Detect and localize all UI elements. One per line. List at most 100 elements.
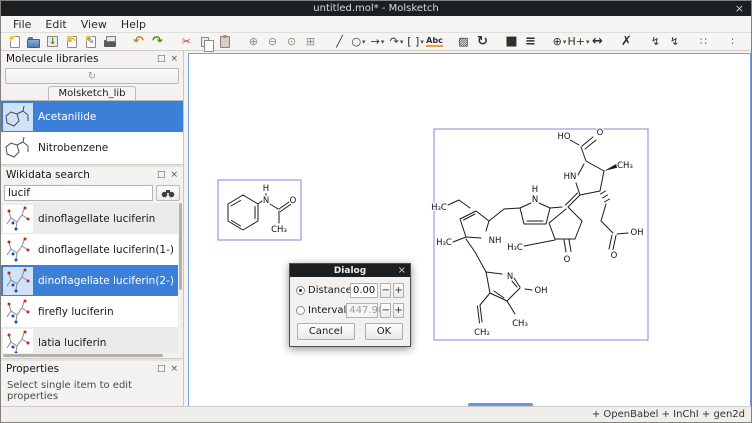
atom-label: HN xyxy=(564,172,577,182)
zoom-original-button[interactable]: ⊙ xyxy=(283,34,300,50)
bracket-button[interactable]: [ ]▾ xyxy=(407,34,424,50)
color-swatch-icon: ■ xyxy=(505,35,517,48)
zoom-original-icon: ⊙ xyxy=(287,36,296,47)
float-panel-icon[interactable]: □ xyxy=(157,55,166,64)
text-tool-button[interactable]: Abc xyxy=(426,34,443,50)
list-vertical-scrollbar[interactable] xyxy=(178,203,183,353)
export-button[interactable]: ✎ xyxy=(82,34,99,50)
zoom-in-button[interactable]: ⊕ xyxy=(245,34,262,50)
flip-horizontal-button[interactable]: ↔ xyxy=(589,34,606,50)
color-swatch-button[interactable]: ■ xyxy=(503,34,520,50)
menu-help[interactable]: Help xyxy=(114,17,153,32)
interval-radio[interactable] xyxy=(296,306,305,315)
line-width-button[interactable]: ≡ xyxy=(522,34,539,50)
close-panel-icon[interactable]: × xyxy=(170,55,178,64)
cancel-button[interactable]: Cancel xyxy=(297,323,355,340)
menu-view[interactable]: View xyxy=(74,17,114,32)
electron-pair-1-button[interactable]: ∷ xyxy=(695,34,712,50)
search-button[interactable] xyxy=(156,185,180,201)
float-panel-icon[interactable]: □ xyxy=(157,171,166,180)
wikidata-result-list: dinoflagellate luciferin dinoflagellate l… xyxy=(1,203,183,353)
atom-label: CH₃ xyxy=(617,161,633,171)
zoom-fit-button[interactable]: ⊞ xyxy=(302,34,319,50)
dialog-title-bar[interactable]: Dialog × xyxy=(290,264,410,277)
library-item-acetanilide[interactable]: Acetanilide xyxy=(1,101,183,132)
lasso-selection-button[interactable]: ▨ xyxy=(455,34,472,50)
close-panel-icon[interactable]: × xyxy=(170,171,178,180)
reaction-arrow-icon: → xyxy=(371,36,380,47)
library-item-label: Acetanilide xyxy=(38,111,96,123)
electron-pair-2-button[interactable]: ∶ xyxy=(724,34,741,50)
library-item-nitrobenzene[interactable]: Nitrobenzene xyxy=(1,132,183,163)
save-button[interactable]: ↓ xyxy=(44,34,61,50)
dialog-close-icon[interactable]: × xyxy=(398,265,406,276)
library-reload-button[interactable]: ↻ xyxy=(5,68,179,84)
atom-label: H₃C xyxy=(507,243,523,253)
reaction-arrow-button[interactable]: →▾ xyxy=(369,34,386,50)
float-panel-icon[interactable]: □ xyxy=(157,365,166,374)
wd-item-firefly-luciferin[interactable]: firefly luciferin xyxy=(1,296,183,327)
atom-label: CH₃ xyxy=(271,225,287,235)
distance-label: Distance xyxy=(308,285,350,296)
close-panel-icon[interactable]: × xyxy=(170,365,178,374)
zoom-in-icon: ⊕ xyxy=(249,36,258,47)
molecule-thumbnail xyxy=(3,329,33,354)
distance-plus-button[interactable]: + xyxy=(393,283,404,298)
list-horizontal-scrollbar[interactable] xyxy=(1,353,183,358)
distance-radio[interactable] xyxy=(296,286,305,295)
charge-icon: ⊕ xyxy=(553,36,562,47)
insert-ring-icon: ○ xyxy=(351,36,361,47)
library-list: Acetanilide Nitrobenzene xyxy=(1,101,183,164)
atom-label: N xyxy=(532,195,538,205)
rotate-button[interactable]: ↻ xyxy=(474,34,491,50)
distance-minus-button[interactable]: − xyxy=(380,283,391,298)
interval-plus-button[interactable]: + xyxy=(393,303,404,318)
wd-item-latia-luciferin[interactable]: latia luciferin xyxy=(1,327,183,353)
save-as-button[interactable]: ↶ xyxy=(63,34,80,50)
menu-edit[interactable]: Edit xyxy=(38,17,73,32)
atom-label: CH₃ xyxy=(512,319,528,329)
ok-button[interactable]: OK xyxy=(365,323,403,340)
print-button[interactable] xyxy=(101,34,118,50)
hydrogen-button[interactable]: H+▾ xyxy=(570,34,587,50)
distance-value-input[interactable]: 0.00 xyxy=(350,283,378,298)
paste-button[interactable] xyxy=(216,34,233,50)
cut-button[interactable]: ✂ xyxy=(178,34,195,50)
wd-item-label: dinoflagellate luciferin(2-) xyxy=(38,275,174,287)
molecule-thumbnail xyxy=(3,298,33,326)
curved-arrow-button[interactable]: ↷▾ xyxy=(388,34,405,50)
interval-value-input[interactable]: 447.90 xyxy=(346,303,378,318)
copy-button[interactable] xyxy=(197,34,214,50)
delete-button[interactable]: ✗ xyxy=(618,34,635,50)
redo-button[interactable]: ↷ xyxy=(149,34,166,50)
wd-item-dinoflagellate-luciferin[interactable]: dinoflagellate luciferin xyxy=(1,203,183,234)
zoom-out-button[interactable]: ⊖ xyxy=(264,34,281,50)
wikidata-search-input[interactable] xyxy=(4,185,153,201)
status-text: + OpenBabel + InChI + gen2d xyxy=(592,409,745,420)
undo-button[interactable]: ↶ xyxy=(130,34,147,50)
wd-item-label: latia luciferin xyxy=(38,337,106,349)
menu-file[interactable]: File xyxy=(6,17,38,32)
wd-item-label: dinoflagellate luciferin(1-) xyxy=(38,244,174,256)
charge-button[interactable]: ⊕▾ xyxy=(551,34,568,50)
insert-ring-button[interactable]: ○▾ xyxy=(350,34,367,50)
tab-molsketch-lib[interactable]: Molsketch_lib xyxy=(48,86,137,100)
molecule-dinoflagellate-luciferin[interactable]: HOOCH₃HNHNH₃CH₃CNHH₃COOHONOHCH₃CH₂ xyxy=(431,128,648,340)
dialog-title: Dialog xyxy=(334,266,366,276)
interval-minus-button[interactable]: − xyxy=(380,303,391,318)
wd-item-dinoflagellate-luciferin-1[interactable]: dinoflagellate luciferin(1-) xyxy=(1,234,183,265)
properties-dock-title: Properties xyxy=(6,363,59,375)
molecule-acetanilide[interactable]: HNOCH₃ xyxy=(218,180,301,240)
open-file-button[interactable] xyxy=(25,34,42,50)
wd-item-dinoflagellate-luciferin-2[interactable]: dinoflagellate luciferin(2-) xyxy=(1,265,183,296)
window-close-icon[interactable]: × xyxy=(735,1,744,16)
draw-bond-button[interactable]: ╱ xyxy=(331,34,348,50)
text-tool-icon: Abc xyxy=(426,37,443,47)
new-file-icon xyxy=(10,36,20,48)
title-bar: untitled.mol* - Molsketch × xyxy=(1,1,751,16)
new-file-button[interactable] xyxy=(6,34,23,50)
mechanism-arrow-1-button[interactable]: ↯ xyxy=(647,34,664,50)
draw-bond-icon: ╱ xyxy=(336,36,343,47)
mechanism-arrow-2-button[interactable]: ↯ xyxy=(666,34,683,50)
drawing-canvas[interactable]: HNOCH₃ HOOCH₃HNHNH₃CH₃CNHH₃COOHONOHCH₃CH… xyxy=(188,53,751,408)
